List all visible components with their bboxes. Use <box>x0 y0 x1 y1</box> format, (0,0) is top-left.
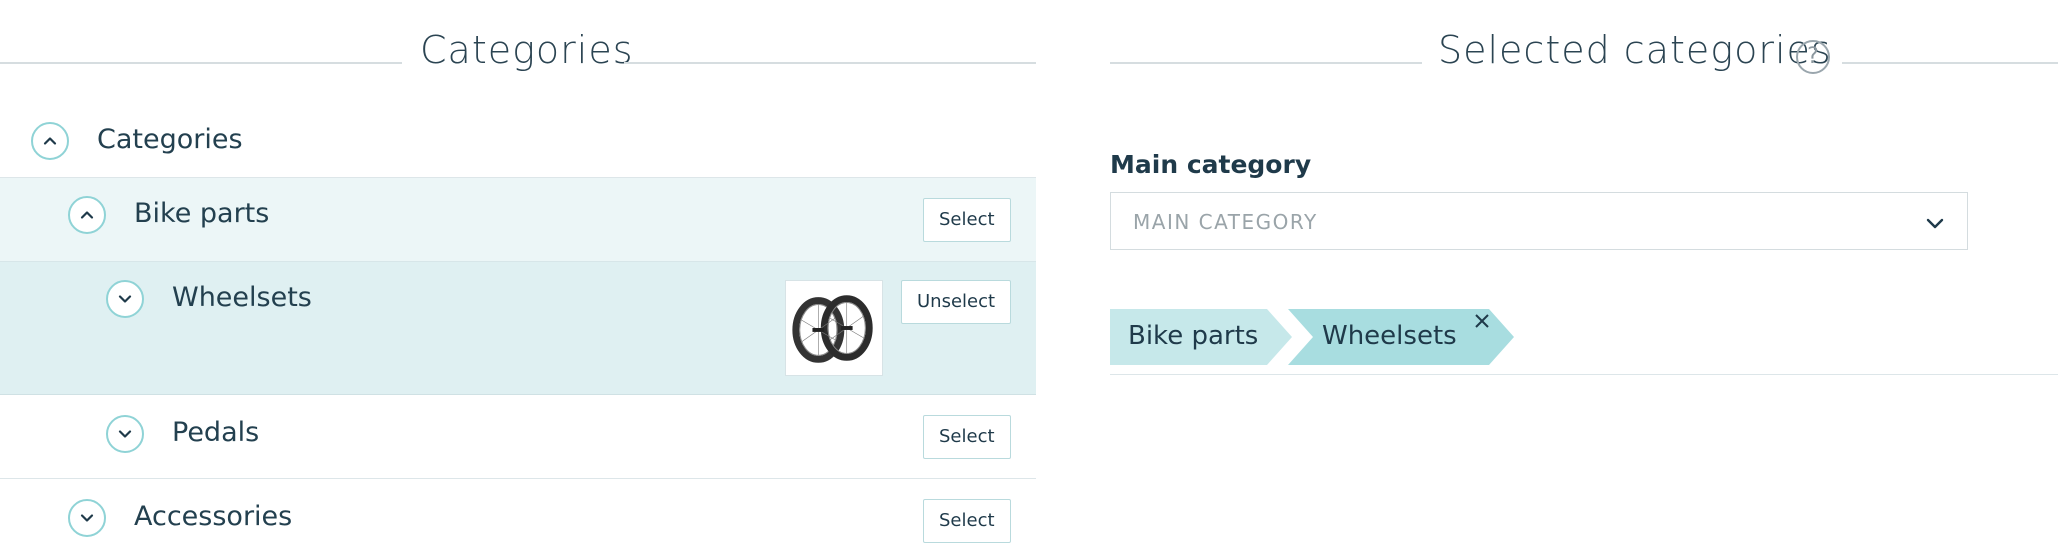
tree-label-accessories: Accessories <box>134 501 293 532</box>
divider <box>0 62 402 64</box>
main-category-label: Main category <box>1110 150 1312 179</box>
wheelset-image <box>792 295 873 363</box>
categories-panel: Categories Categories Bike parts Select … <box>0 0 1036 559</box>
tree-label-pedals: Pedals <box>172 417 260 448</box>
tree-label-bike-parts: Bike parts <box>134 198 270 229</box>
tree-row-pedals: Pedals Select <box>0 395 1036 479</box>
chevron-down-icon <box>118 430 132 438</box>
divider <box>1842 62 2058 64</box>
categories-header: Categories <box>0 0 1036 112</box>
tree-label-wheelsets: Wheelsets <box>172 282 312 313</box>
main-category-placeholder: MAIN CATEGORY <box>1133 210 1318 234</box>
selected-categories-header: Selected categories ? <box>1110 0 2058 112</box>
expand-toggle-pedals[interactable] <box>106 415 144 453</box>
tree-row-bike-parts: Bike parts Select <box>0 178 1036 262</box>
categories-title: Categories <box>420 28 634 72</box>
breadcrumb-item-bike-parts: Bike parts <box>1110 309 1292 365</box>
collapse-toggle-root[interactable] <box>31 122 69 160</box>
selected-categories-title: Selected categories <box>1438 28 1832 72</box>
tree-row-root: Categories <box>0 112 1036 178</box>
chevron-down-icon <box>118 295 132 303</box>
chevron-up-icon <box>43 137 57 145</box>
divider <box>624 62 1036 64</box>
tree-row-accessories: Accessories Select <box>0 479 1036 559</box>
expand-toggle-wheelsets[interactable] <box>106 280 144 318</box>
select-button-pedals[interactable]: Select <box>923 415 1011 459</box>
breadcrumb-label: Bike parts <box>1128 321 1259 351</box>
help-icon[interactable]: ? <box>1796 40 1830 74</box>
wheelset-thumbnail <box>785 280 883 376</box>
close-icon[interactable] <box>1470 309 1494 333</box>
breadcrumb-label: Wheelsets <box>1322 321 1457 351</box>
expand-toggle-accessories[interactable] <box>68 499 106 537</box>
tree-row-wheelsets: Wheelsets Unselect <box>0 262 1036 395</box>
chevron-down-icon <box>80 514 94 522</box>
breadcrumb-item-wheelsets: Wheelsets <box>1288 309 1514 365</box>
select-button-bike-parts[interactable]: Select <box>923 198 1011 242</box>
selected-categories-panel: Selected categories ? Main category MAIN… <box>1110 0 2058 559</box>
main-category-select[interactable]: MAIN CATEGORY <box>1110 192 1968 250</box>
chevron-up-icon <box>80 211 94 219</box>
selected-breadcrumb: Bike parts Wheelsets <box>1110 309 2058 375</box>
tree-label-root: Categories <box>97 124 243 155</box>
collapse-toggle-bike-parts[interactable] <box>68 196 106 234</box>
select-button-accessories[interactable]: Select <box>923 499 1011 543</box>
divider <box>1110 62 1422 64</box>
unselect-button-wheelsets[interactable]: Unselect <box>901 280 1012 324</box>
chevron-down-icon <box>1926 218 1944 229</box>
